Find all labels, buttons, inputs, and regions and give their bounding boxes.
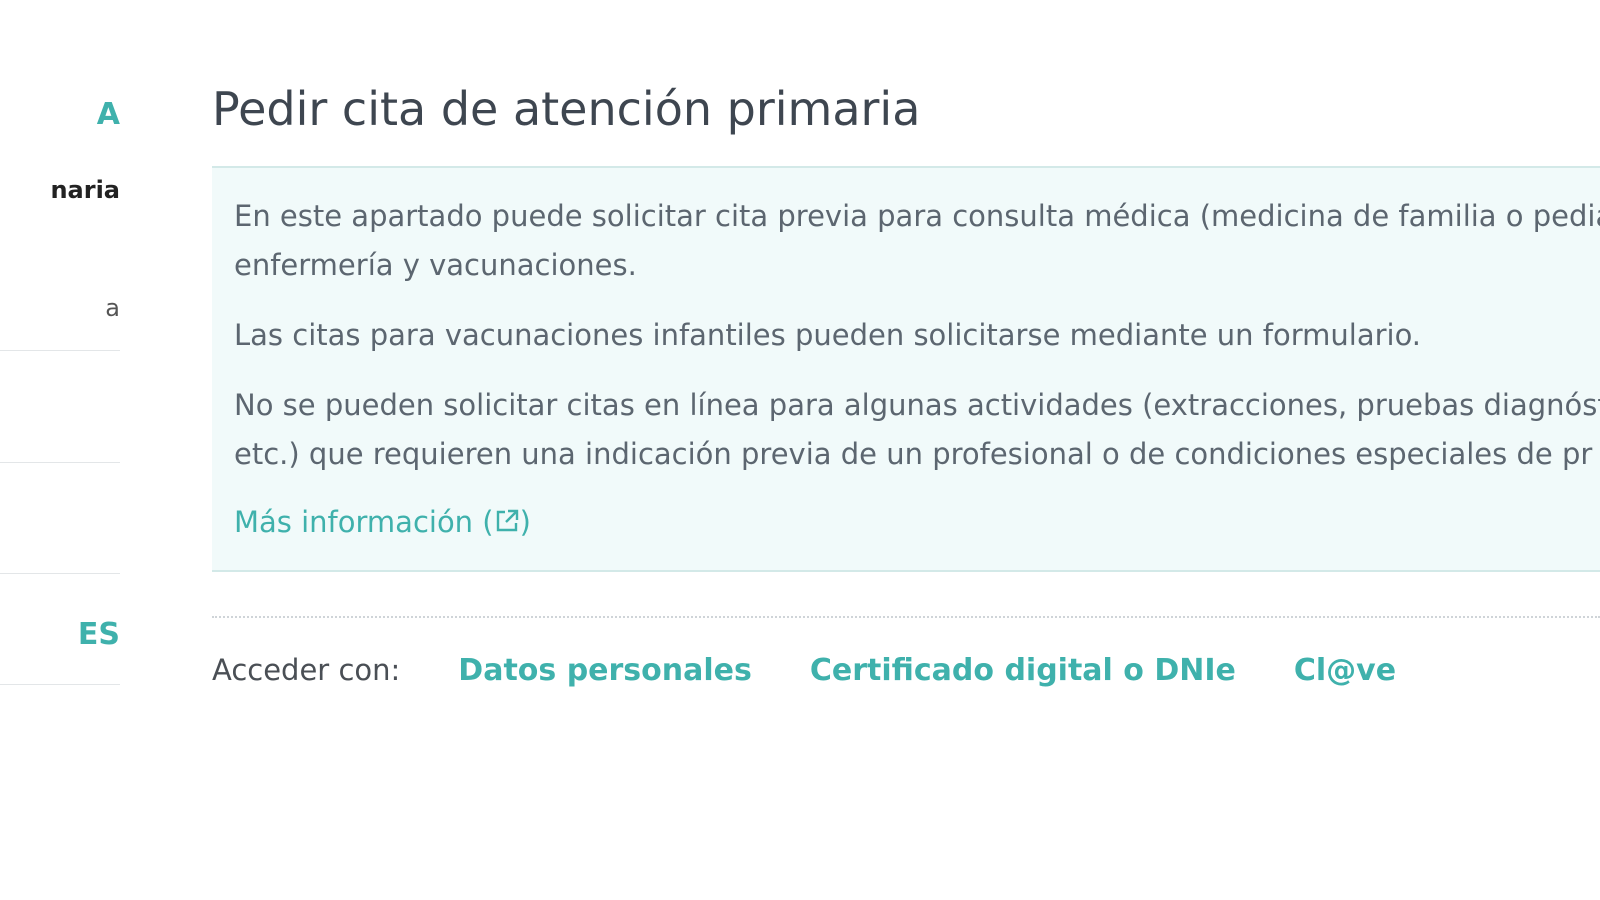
external-link-icon [494,504,520,544]
info-box: En este apartado puede solicitar cita pr… [212,166,1600,572]
access-datos-personales-link[interactable]: Datos personales [458,653,752,688]
more-info-close: ) [519,505,531,539]
info-paragraph-1-line-2: enfermería y vacunaciones. [234,248,637,282]
info-paragraph-3-line-1: No se pueden solicitar citas en línea pa… [234,388,1600,422]
sidebar-item-secondary[interactable]: a [105,296,120,320]
more-info-label: Más información ( [234,505,494,539]
info-paragraph-2: Las citas para vacunaciones infantiles p… [234,318,1422,352]
sidebar-item-atencion-primaria[interactable]: naria [50,178,120,202]
access-label: Acceder con: [212,653,401,687]
sidebar-divider [0,684,120,685]
info-paragraph-3-line-2: etc.) que requieren una indicación previ… [234,437,1593,471]
sidebar: A naria a ES [0,0,120,900]
sidebar-divider [0,462,120,463]
access-clave-link[interactable]: Cl@ve [1294,653,1396,688]
page: A naria a ES Pedir cita de atención prim… [0,0,1600,900]
dotted-divider [212,616,1600,618]
access-certificado-digital-link[interactable]: Certificado digital o DNIe [810,653,1236,688]
more-info-link[interactable]: Más información () [234,502,531,544]
sidebar-divider [0,573,120,574]
main-content: Pedir cita de atención primaria En este … [212,0,1600,900]
sidebar-divider [0,350,120,351]
sidebar-heading-top: A [96,97,120,132]
page-title: Pedir cita de atención primaria [212,82,921,136]
access-row: Acceder con: Datos personales Certificad… [212,648,1454,692]
info-paragraph-1-line-1: En este apartado puede solicitar cita pr… [234,199,1600,233]
sidebar-heading-bottom: ES [77,617,120,652]
